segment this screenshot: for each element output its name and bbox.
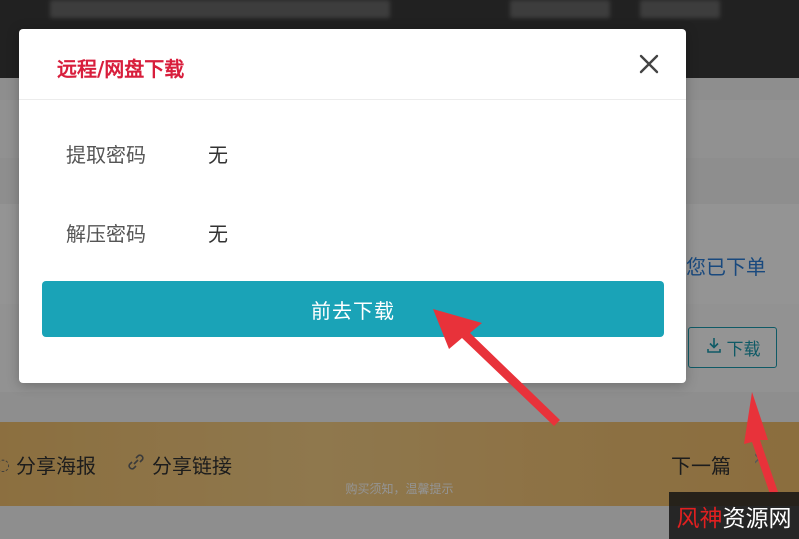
watermark-logo: 风神 资源网 [669,492,799,539]
arrow-to-download [744,392,778,494]
watermark-part1: 风神 [676,505,723,532]
arrow-to-go-download [433,309,560,426]
annotation-arrows [433,309,778,494]
watermark-part2: 资源网 [722,505,792,532]
